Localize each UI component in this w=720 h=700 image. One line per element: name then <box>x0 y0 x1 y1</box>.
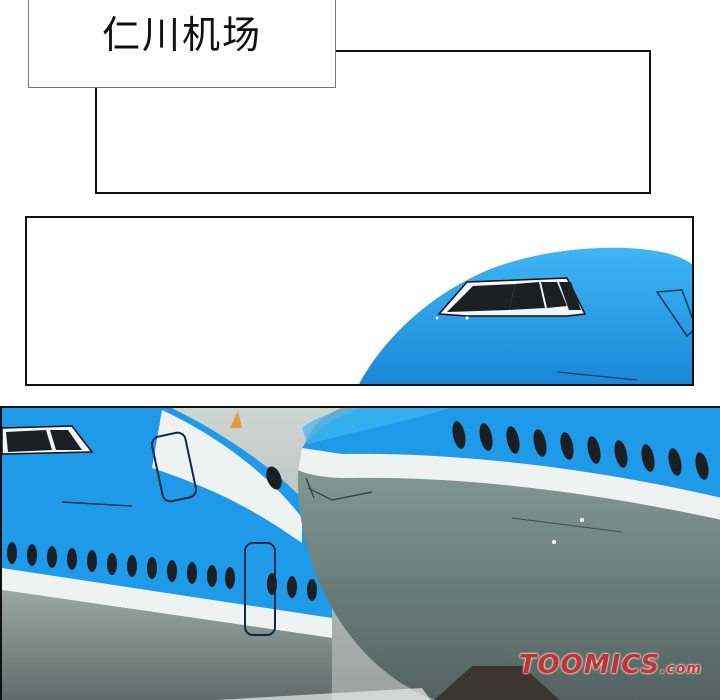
watermark-text: TOOMICS <box>518 650 661 680</box>
watermark-logo: TOOMICS.com <box>519 650 702 680</box>
caption-text: 仁川机场 <box>101 12 262 57</box>
watermark-suffix: .com <box>660 661 702 677</box>
airplane-nose-illustration <box>359 247 692 384</box>
caption-box: 仁川机场 <box>28 0 336 88</box>
airplane-nose-panel <box>25 216 694 386</box>
